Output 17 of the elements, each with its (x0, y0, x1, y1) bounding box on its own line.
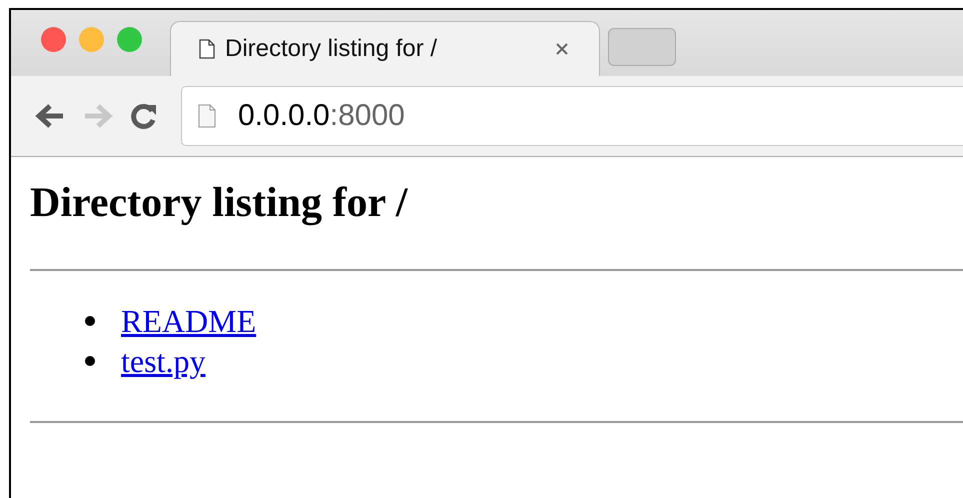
url-host: 0.0.0.0 (238, 99, 330, 132)
page-icon (198, 104, 216, 128)
file-link[interactable]: README (121, 301, 256, 341)
bullet-icon (85, 356, 95, 366)
close-tab-icon[interactable] (555, 42, 569, 56)
page-heading: Directory listing for / (30, 179, 409, 227)
bullet-icon (85, 316, 95, 326)
reload-icon[interactable] (129, 101, 159, 131)
new-tab-button[interactable] (608, 28, 676, 66)
close-window-button[interactable] (41, 26, 66, 52)
zoom-window-button[interactable] (117, 26, 142, 52)
document-icon (199, 39, 215, 59)
url-port: :8000 (330, 99, 405, 132)
minimize-window-button[interactable] (79, 26, 104, 52)
file-link[interactable]: test.py (121, 341, 206, 381)
browser-tab[interactable]: Directory listing for / (170, 21, 600, 76)
address-bar[interactable]: 0.0.0.0:8000 (181, 86, 963, 146)
